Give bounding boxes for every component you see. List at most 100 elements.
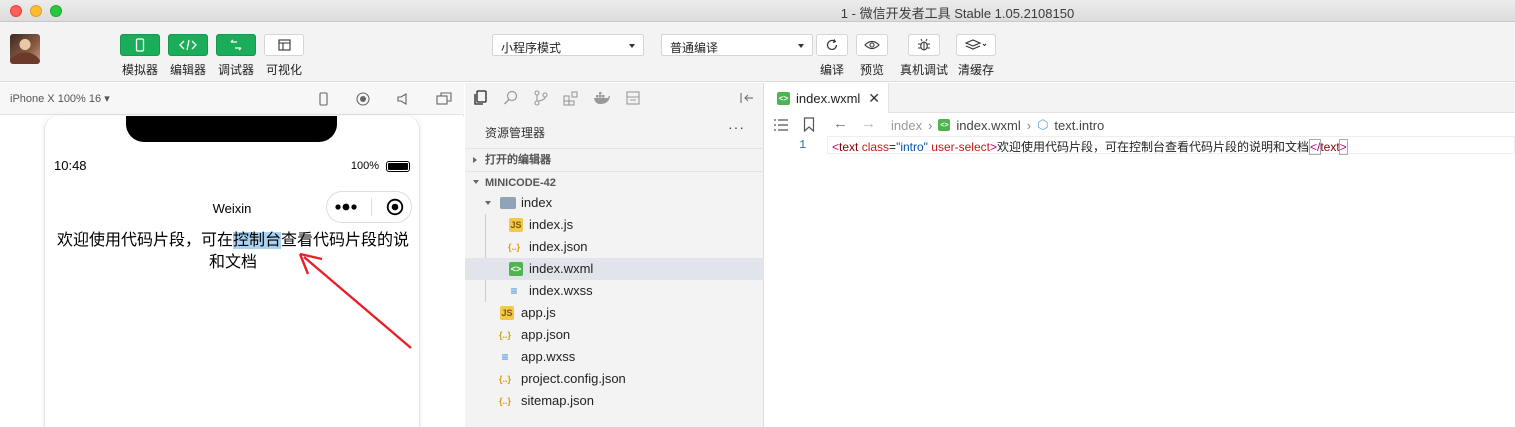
code-content[interactable]: <text class="intro" user-select>欢迎使用代码片段… <box>832 138 1348 155</box>
tree-item-sitemap[interactable]: {..} sitemap.json <box>465 390 764 412</box>
files-icon[interactable] <box>473 90 489 106</box>
breadcrumb-bar: ← → index › <> index.wxml › ⬡ text.intro <box>765 114 1515 136</box>
bookmark-icon[interactable] <box>803 117 815 132</box>
tree-item-label: app.js <box>521 305 556 320</box>
mode-select[interactable]: 小程序模式 <box>492 34 644 56</box>
compile-mode-select[interactable]: 普通编译 <box>661 34 813 56</box>
refresh-icon <box>826 39 838 51</box>
more-actions-button[interactable]: ··· <box>728 119 745 135</box>
wxml-file-icon: <> <box>509 262 523 276</box>
json-file-icon: {..} <box>507 242 520 252</box>
clear-cache-button[interactable] <box>956 34 996 56</box>
tree-item-index-json[interactable]: {..} index.json <box>465 236 764 258</box>
devtools-window: 1 - 微信开发者工具 Stable 1.05.2108150 模拟器 编辑器 … <box>0 0 1515 427</box>
chevron-down-icon <box>485 201 491 205</box>
project-section[interactable]: MINICODE-42 <box>465 171 764 193</box>
phone-rotate-icon[interactable] <box>316 92 330 106</box>
visual-label: 可视化 <box>265 63 302 77</box>
code-token: > <box>989 140 997 154</box>
tab-index-wxml[interactable]: <> index.wxml ✕ <box>765 83 889 113</box>
code-token: "intro" <box>896 140 928 154</box>
wxss-file-icon: ≡ <box>510 284 518 298</box>
tree-item-app-wxss[interactable]: ≡ app.wxss <box>465 346 764 368</box>
code-token: 欢迎使用代码片段，可在控制台查看代码片段的说明和文档 <box>996 140 1309 154</box>
list-icon[interactable] <box>773 118 789 132</box>
element-cube-icon: ⬡ <box>1037 117 1049 132</box>
code-token: text <box>839 140 859 154</box>
simulator-label: 模拟器 <box>121 63 158 77</box>
code-line-1[interactable]: 1 <text class="intro" user-select>欢迎使用代码… <box>765 136 1515 156</box>
debug-toggle-icon <box>230 39 242 51</box>
close-icon[interactable]: ✕ <box>868 90 880 107</box>
visual-button[interactable] <box>264 34 304 56</box>
battery-icon <box>386 161 410 172</box>
json-file-icon: {..} <box>498 374 511 384</box>
volume-icon[interactable] <box>396 92 410 106</box>
user-avatar[interactable] <box>10 34 40 64</box>
editor-label: 编辑器 <box>169 63 206 77</box>
tab-label: index.wxml <box>796 90 861 106</box>
tree-item-label: sitemap.json <box>521 393 594 408</box>
preview-button[interactable] <box>856 34 888 56</box>
bug-icon <box>918 38 930 51</box>
wxml-file-icon: <> <box>938 119 951 131</box>
debugger-toggle[interactable]: 调试器 <box>214 34 258 78</box>
open-editors-label: 打开的编辑器 <box>485 154 551 166</box>
code-token: = <box>889 140 897 154</box>
compile-label: 编译 <box>820 63 845 77</box>
tree-item-app-json[interactable]: {..} app.json <box>465 324 764 346</box>
tree-item-label: index.json <box>529 239 588 254</box>
device-select[interactable]: iPhone X 100% 16 ▾ <box>10 92 110 105</box>
extensions-icon[interactable] <box>563 90 579 106</box>
line-number: 1 <box>799 138 807 152</box>
record-icon[interactable] <box>356 92 370 106</box>
collapse-sidebar-icon[interactable] <box>739 91 755 105</box>
compile-button[interactable] <box>816 34 848 56</box>
js-file-icon: JS <box>500 306 514 320</box>
simulator-button[interactable] <box>120 34 160 56</box>
tree-item-index-js[interactable]: JS index.js <box>465 214 764 236</box>
tree-item-index-wxss[interactable]: ≡ index.wxss <box>465 280 764 302</box>
tree-item-label: index.wxml <box>529 261 594 276</box>
editor-toggle[interactable]: 编辑器 <box>166 34 210 78</box>
project-label: MINICODE-42 <box>485 177 556 189</box>
code-icon <box>179 39 197 51</box>
exit-circle-icon[interactable] <box>386 198 404 216</box>
breadcrumb-item-symbol[interactable]: text.intro <box>1054 118 1104 133</box>
clear-cache-label: 清缓存 <box>958 63 995 77</box>
debugger-button[interactable] <box>216 34 256 56</box>
wxss-file-icon: ≡ <box>501 350 509 364</box>
more-dots-icon[interactable] <box>334 203 358 211</box>
chevron-right-icon: › <box>928 117 933 133</box>
code-editor: <> index.wxml ✕ ← → index › <> index.wxm… <box>765 83 1515 427</box>
editor-tabs: <> index.wxml ✕ <box>765 83 1515 113</box>
visual-toggle[interactable]: 可视化 <box>262 34 306 78</box>
tree-item-project-config[interactable]: {..} project.config.json <box>465 368 764 390</box>
open-editors-section[interactable]: 打开的编辑器 <box>465 148 764 170</box>
tree-item-index-folder[interactable]: index <box>465 192 764 214</box>
simulator-toggle[interactable]: 模拟器 <box>118 34 162 78</box>
chevron-down-icon <box>473 180 479 184</box>
docker-icon[interactable] <box>593 90 611 106</box>
code-token: > <box>1338 139 1348 155</box>
tree-item-app-js[interactable]: JS app.js <box>465 302 764 324</box>
back-arrow-icon[interactable]: ← <box>833 115 848 132</box>
simulator-actions <box>316 92 452 106</box>
wxml-file-icon: <> <box>777 91 790 105</box>
storage-icon[interactable] <box>625 90 641 106</box>
tree-item-label: project.config.json <box>521 371 626 386</box>
forward-arrow-icon[interactable]: → <box>861 115 876 132</box>
simulator-toolbar: iPhone X 100% 16 ▾ <box>0 83 464 115</box>
mini-program-capsule <box>326 191 412 223</box>
sidebar-activity-icons <box>473 90 641 106</box>
detach-window-icon[interactable] <box>436 92 452 106</box>
search-icon[interactable] <box>503 90 519 106</box>
source-control-icon[interactable] <box>533 90 549 106</box>
breadcrumb-item-file[interactable]: index.wxml <box>956 118 1020 133</box>
breadcrumb-item-folder[interactable]: index <box>891 118 922 133</box>
title-bar: 1 - 微信开发者工具 Stable 1.05.2108150 <box>0 0 1515 22</box>
tree-item-index-wxml[interactable]: <> index.wxml <box>465 258 764 280</box>
editor-button[interactable] <box>168 34 208 56</box>
remote-debug-button[interactable] <box>908 34 940 56</box>
annotation-arrow-icon <box>298 252 412 349</box>
